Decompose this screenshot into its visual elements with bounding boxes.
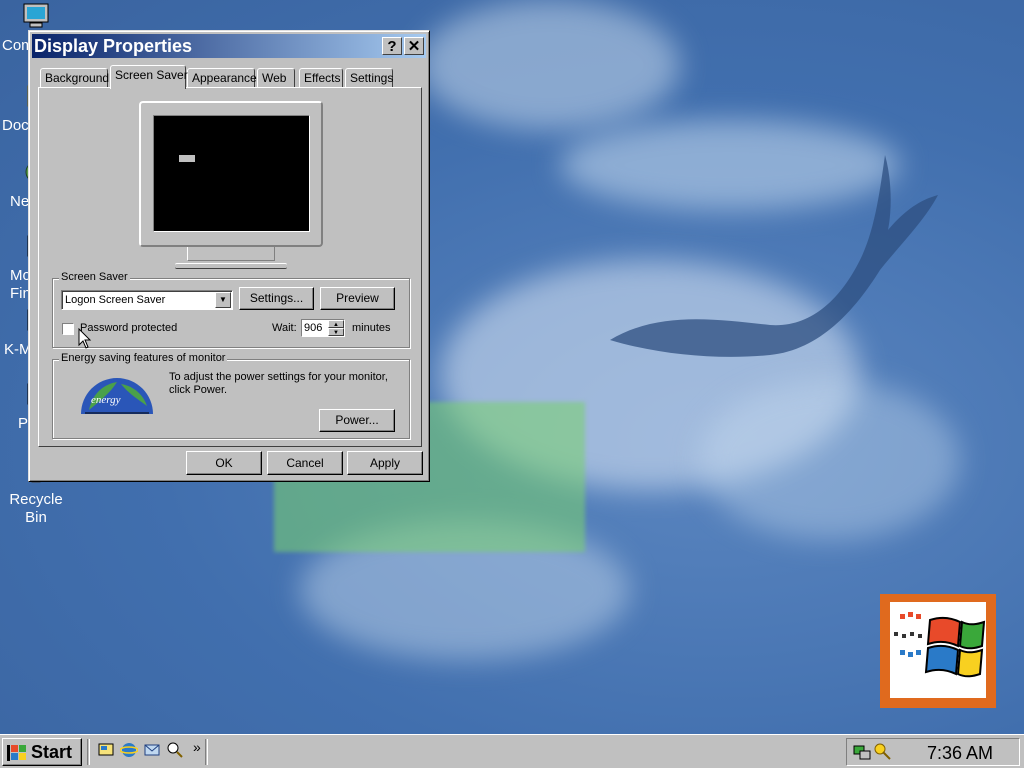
desktop-icon-label: Recycle Bin (9, 491, 63, 526)
tab-background[interactable]: Background (40, 68, 109, 87)
preview-button[interactable]: Preview (320, 287, 395, 310)
tab-settings[interactable]: Settings (345, 68, 393, 87)
power-button[interactable]: Power... (319, 409, 395, 432)
tab-web[interactable]: Web (257, 68, 295, 87)
display-properties-window: Display Properties ? ✕ Background Screen… (28, 30, 430, 482)
wallpaper-cloud (420, 0, 680, 130)
title-bar[interactable]: Display Properties ? ✕ (32, 34, 426, 58)
screen-saver-select-value: Logon Screen Saver (65, 294, 166, 306)
spin-up-icon[interactable]: ▲ (328, 320, 344, 328)
ok-button[interactable]: OK (186, 451, 262, 475)
wait-value: 906 (304, 322, 323, 334)
screen-saver-group-label: Screen Saver (59, 271, 130, 283)
screen-saver-logo-icon (179, 155, 195, 162)
wait-spinner[interactable]: 906 ▲ ▼ (301, 319, 345, 337)
help-button[interactable]: ? (382, 37, 402, 55)
tab-effects[interactable]: Effects (299, 68, 343, 87)
toolbar-separator (87, 739, 90, 765)
spin-down-icon[interactable]: ▼ (328, 328, 344, 336)
monitor-stand (187, 247, 275, 261)
start-label: Start (31, 742, 73, 762)
settings-button[interactable]: Settings... (239, 287, 314, 310)
toolbar-separator (205, 739, 208, 765)
search-icon[interactable] (166, 741, 184, 759)
energy-star-logo-icon: energy (81, 378, 153, 414)
preview-screen (153, 115, 310, 232)
quicklaunch-more-chevron[interactable]: » (193, 739, 201, 755)
windows-logo (880, 594, 996, 708)
password-protected-checkbox[interactable] (62, 323, 74, 335)
close-button[interactable]: ✕ (404, 37, 424, 55)
my-computer-icon (23, 3, 49, 28)
apply-button[interactable]: Apply (347, 451, 423, 475)
taskbar: Start » 7:36 AM (0, 734, 1024, 768)
energy-description: To adjust the power settings for your mo… (169, 371, 388, 396)
minutes-label: minutes (352, 322, 391, 334)
cancel-button[interactable]: Cancel (267, 451, 343, 475)
start-button[interactable]: Start (2, 738, 82, 766)
outlook-express-icon[interactable] (143, 741, 161, 759)
clock[interactable]: 7:36 AM (927, 743, 993, 764)
network-status-icon[interactable] (852, 742, 872, 762)
diver-silhouette (610, 155, 938, 357)
mouse-cursor-icon (78, 328, 92, 349)
dropdown-arrow-icon[interactable]: ▼ (215, 292, 231, 308)
windows-flag-icon (894, 612, 986, 678)
system-tray: 7:36 AM (846, 738, 1020, 766)
energy-group-label: Energy saving features of monitor (59, 352, 228, 364)
key-icon[interactable] (874, 742, 892, 762)
window-title: Display Properties (34, 36, 193, 56)
show-desktop-icon[interactable] (97, 741, 115, 759)
spinner-buttons: ▲ ▼ (328, 320, 344, 336)
monitor-preview (139, 101, 323, 247)
tab-appearance[interactable]: Appearance (187, 68, 257, 87)
wait-label: Wait: (272, 322, 297, 334)
password-protected-label: Password protected (80, 322, 178, 334)
screen-saver-select[interactable]: Logon Screen Saver ▼ (61, 290, 233, 310)
internet-explorer-icon[interactable] (120, 741, 138, 759)
tab-screen-saver[interactable]: Screen Saver (110, 65, 188, 89)
windows-flag-icon (7, 745, 26, 761)
svg-text:energy: energy (91, 394, 121, 406)
wallpaper-cloud (700, 380, 960, 540)
monitor-base (175, 263, 287, 269)
